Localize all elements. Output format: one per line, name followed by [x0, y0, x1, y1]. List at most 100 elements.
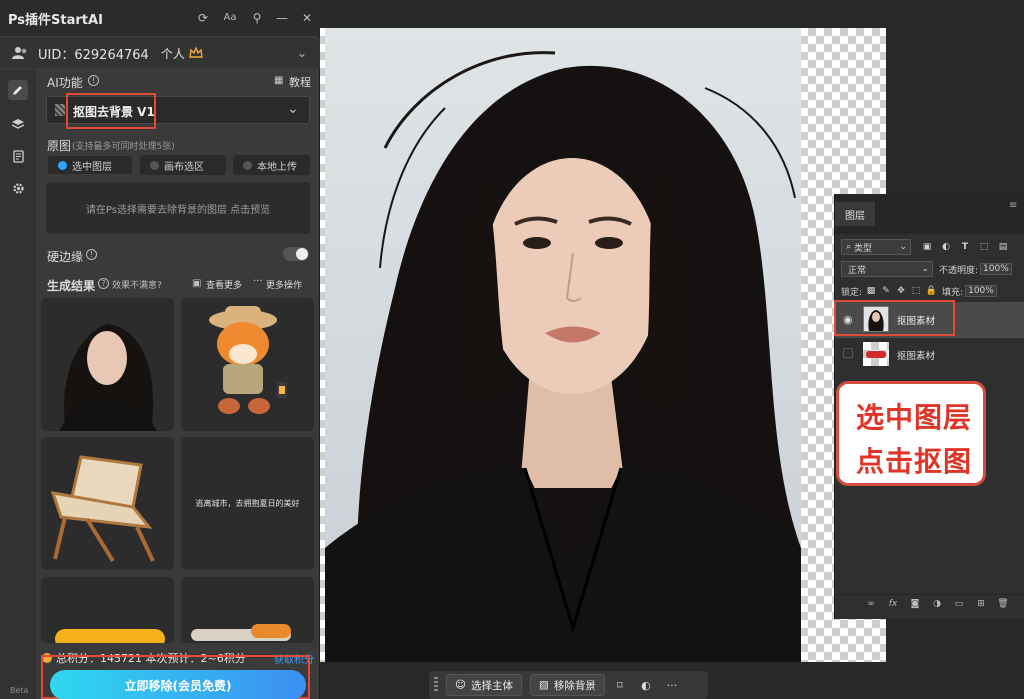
more-actions-link[interactable]: 更多操作	[266, 278, 302, 291]
more-options-icon[interactable]: ···	[661, 674, 683, 696]
crown-icon	[189, 47, 203, 58]
instruction-box[interactable]: 请在Ps选择需要去除背景的图层 点击预览	[46, 182, 310, 234]
edit-tool-icon[interactable]	[8, 80, 28, 100]
help-icon[interactable]: ?	[98, 278, 109, 289]
adjustment-icon[interactable]: ◑	[931, 598, 943, 610]
visibility-empty-box[interactable]	[843, 348, 853, 358]
result-thumb-partial-1[interactable]	[41, 577, 174, 643]
dissatisfied-link[interactable]: 效果不满意?	[112, 278, 162, 291]
lock-position-icon[interactable]: ✥	[895, 285, 907, 297]
radio-unchecked-icon	[150, 160, 159, 170]
fill-value[interactable]: 100%	[965, 285, 997, 297]
lock-pixels-icon[interactable]: ▩	[865, 285, 877, 297]
select-subject-icon: ☺	[455, 679, 466, 691]
lock-artboard-icon[interactable]: ⬚	[910, 285, 922, 297]
source-hint: (支持最多可同时处理5张)	[72, 142, 175, 152]
ai-function-label: AI功能	[47, 76, 83, 90]
folder-icon[interactable]: ▭	[953, 598, 965, 610]
tutorial-link[interactable]: 教程	[289, 74, 311, 90]
layer-name: 抠图素材	[897, 351, 936, 362]
tab-layers[interactable]: 图层	[835, 202, 875, 226]
opacity-label: 不透明度:	[939, 265, 979, 276]
opacity-value[interactable]: 100%	[980, 263, 1012, 275]
lock-fill-row: 锁定: ▩ ✎ ✥ ⬚ 🔒 填充: 100%	[835, 283, 1024, 299]
filter-label: 类型	[854, 243, 873, 254]
notes-tool-icon[interactable]	[8, 146, 28, 166]
model-icon	[55, 104, 65, 116]
more-dots-icon: ···	[253, 276, 263, 287]
adjust-icon[interactable]: ◐	[635, 674, 657, 696]
result-thumb-portrait[interactable]	[41, 298, 174, 431]
model-highlight-box	[66, 93, 156, 129]
select-subject-button[interactable]: ☺ 选择主体	[446, 674, 522, 696]
adjust-filter-icon[interactable]: ◐	[940, 241, 952, 253]
smart-filter-icon[interactable]: ▤	[997, 241, 1009, 253]
hard-edge-toggle[interactable]	[283, 247, 309, 261]
layer-row[interactable]: 抠图素材	[835, 340, 1024, 368]
portrait-illustration	[325, 51, 801, 662]
chevron-down-icon[interactable]: ⌄	[294, 45, 310, 61]
image-icon: ▨	[538, 679, 549, 691]
image-filter-icon[interactable]: ▣	[921, 241, 933, 253]
chevron-down-icon: ⌄	[899, 242, 907, 252]
chevron-down-icon: ⌄	[287, 101, 299, 117]
result-thumb-fox[interactable]	[181, 298, 314, 431]
shape-filter-icon[interactable]: ⬚	[978, 241, 990, 253]
remove-background-ctx-button[interactable]: ▨ 移除背景	[529, 674, 605, 696]
radio-checked-icon	[58, 160, 67, 170]
tool-rail	[0, 70, 36, 699]
uid-text: UID：629264764	[38, 47, 149, 63]
user-info-row: UID：629264764 个人 ⌄	[0, 38, 320, 68]
blend-opacity-row: 正常 ⌄ 不透明度: 100%	[835, 260, 1024, 278]
book-icon[interactable]: ▦	[274, 75, 283, 86]
new-layer-icon[interactable]: ⊞	[975, 598, 987, 610]
mask-icon[interactable]: ◙	[909, 598, 921, 610]
layers-filter-row: ⌕ 类型 ⌄ ▣ ◐ T ⬚ ▤	[835, 236, 1024, 258]
search-icon: ⌕	[846, 242, 852, 252]
source-option-selected-layer[interactable]: 选中图层	[47, 155, 133, 175]
fx-icon[interactable]: fx	[887, 598, 899, 610]
result-thumb-partial-2[interactable]	[181, 577, 314, 643]
remove-background-button[interactable]: 立即移除(会员免费)	[50, 670, 306, 699]
drag-handle-icon[interactable]	[434, 677, 438, 693]
info-icon[interactable]: !	[86, 249, 97, 260]
blend-mode-select[interactable]: 正常 ⌄	[841, 261, 933, 277]
beta-label: Beta	[10, 686, 29, 695]
close-icon[interactable]: ✕	[299, 10, 315, 26]
trash-icon[interactable]: 🗑	[997, 598, 1009, 610]
lock-paint-icon[interactable]: ✎	[880, 285, 892, 297]
font-size-icon[interactable]: Aa	[222, 10, 238, 26]
startai-plugin-panel: Ps插件StartAI ⟳ Aa ⚲ — ✕ UID：629264764 个人 …	[0, 0, 320, 699]
link-icon[interactable]: ∞	[865, 598, 877, 610]
layer-filter-select[interactable]: ⌕ 类型 ⌄	[841, 239, 911, 255]
source-option-canvas-selection[interactable]: 画布选区	[140, 155, 226, 175]
pin-icon[interactable]: ⚲	[249, 10, 265, 26]
minimize-icon[interactable]: —	[274, 10, 290, 26]
plugin-titlebar: Ps插件StartAI ⟳ Aa ⚲ — ✕	[0, 0, 320, 36]
remove-background-label: 移除背景	[553, 679, 596, 692]
settings-gear-icon[interactable]	[8, 178, 28, 198]
thumb-caption: 逃离城市，去拥抱夏日的美好	[195, 499, 300, 508]
result-thumb-chair[interactable]	[41, 437, 174, 570]
callout-line-2: 点击抠图	[855, 445, 972, 478]
remove-button-label: 立即移除(会员免费)	[124, 678, 232, 693]
see-more-link[interactable]: 查看更多	[206, 278, 242, 291]
contextual-task-bar: ☺ 选择主体 ▨ 移除背景 ⌑ ◐ ···	[429, 671, 708, 699]
transform-icon[interactable]: ⌑	[609, 674, 631, 696]
info-icon[interactable]: !	[88, 75, 99, 86]
refresh-icon[interactable]: ⟳	[195, 10, 211, 26]
users-icon	[12, 47, 27, 59]
layers-tool-icon[interactable]	[8, 114, 28, 134]
blend-mode-value: 正常	[848, 265, 867, 276]
source-option-local-upload[interactable]: 本地上传	[233, 155, 310, 175]
panel-menu-icon[interactable]: ≡	[1009, 200, 1017, 211]
chevron-down-icon: ⌄	[921, 264, 929, 274]
source-label: 原图	[47, 139, 72, 153]
plugin-title: Ps插件StartAI	[8, 12, 103, 28]
lock-all-icon[interactable]: 🔒	[925, 285, 937, 297]
result-thumb-text[interactable]: 逃离城市，去拥抱夏日的美好	[181, 437, 314, 570]
type-filter-icon[interactable]: T	[959, 241, 971, 253]
canvas-portrait-image	[325, 28, 801, 662]
radio-unchecked-icon	[243, 160, 252, 170]
layer-thumbnail	[863, 342, 889, 366]
